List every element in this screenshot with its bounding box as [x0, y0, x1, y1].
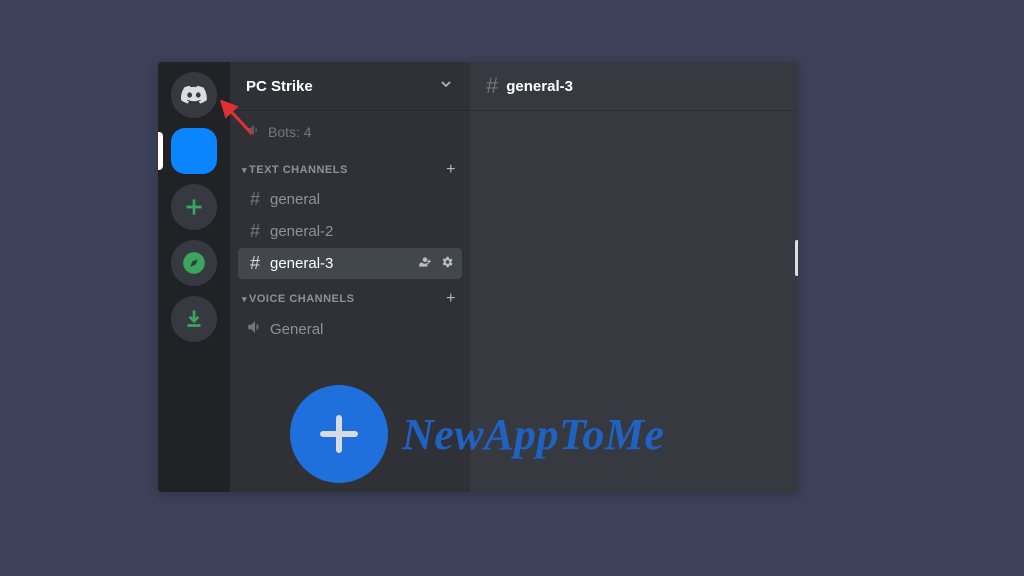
voice-channels-category[interactable]: ▾ VOICE CHANNELS + [238, 280, 462, 312]
server-icon-selected[interactable] [171, 128, 217, 174]
chevron-down-icon [438, 76, 454, 97]
discord-window: PC Strike Bots: 4 ▾ TEXT CHANNELS + # [158, 62, 798, 492]
server-rail [158, 62, 230, 492]
category-label: TEXT CHANNELS [249, 164, 348, 176]
bots-label: Bots: 4 [268, 124, 312, 140]
add-channel-button[interactable]: + [446, 161, 456, 179]
server-header[interactable]: PC Strike [230, 62, 470, 110]
add-channel-button[interactable]: + [446, 290, 456, 308]
speaker-icon [246, 122, 262, 141]
channel-sidebar: PC Strike Bots: 4 ▾ TEXT CHANNELS + # [230, 62, 470, 492]
plus-icon [181, 194, 207, 220]
text-channel-general-2[interactable]: # general-2 [238, 216, 462, 247]
gear-icon[interactable] [440, 255, 454, 273]
channel-name: general-2 [270, 223, 333, 240]
channel-name: General [270, 321, 323, 338]
text-channel-general-3[interactable]: # general-3 [238, 248, 462, 279]
add-server-button[interactable] [171, 184, 217, 230]
bots-voice-row[interactable]: Bots: 4 [238, 118, 462, 151]
channel-title: general-3 [506, 78, 573, 95]
invite-icon[interactable] [418, 255, 432, 273]
message-area[interactable] [470, 110, 798, 492]
explore-button[interactable] [171, 240, 217, 286]
resize-handle[interactable] [795, 240, 798, 276]
hash-icon: # [246, 253, 264, 274]
chevron-down-icon: ▾ [242, 165, 247, 176]
voice-channel-general[interactable]: General [238, 313, 462, 346]
channel-name: general [270, 191, 320, 208]
chevron-down-icon: ▾ [242, 294, 247, 305]
channel-header: # general-3 [470, 62, 798, 110]
text-channel-general[interactable]: # general [238, 184, 462, 215]
compass-icon [181, 250, 207, 276]
channel-list: Bots: 4 ▾ TEXT CHANNELS + # general # ge… [230, 110, 470, 492]
channel-name: general-3 [270, 255, 333, 272]
hash-icon: # [246, 189, 264, 210]
server-name: PC Strike [246, 78, 313, 95]
hash-icon: # [246, 221, 264, 242]
discord-logo-icon [181, 82, 207, 108]
main-content: # general-3 [470, 62, 798, 492]
text-channels-category[interactable]: ▾ TEXT CHANNELS + [238, 151, 462, 183]
speaker-icon [246, 318, 264, 341]
hash-icon: # [486, 73, 498, 99]
download-icon [181, 306, 207, 332]
home-button[interactable] [171, 72, 217, 118]
category-label: VOICE CHANNELS [249, 293, 354, 305]
download-button[interactable] [171, 296, 217, 342]
